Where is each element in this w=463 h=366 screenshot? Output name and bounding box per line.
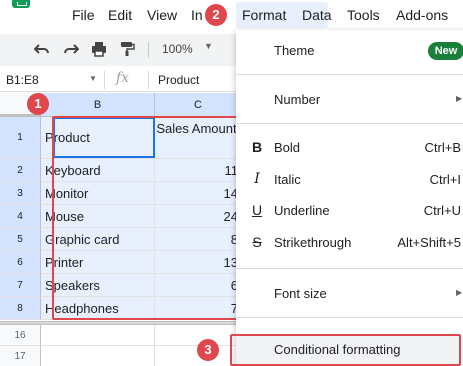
formula-input[interactable]: Product xyxy=(158,73,199,87)
paint-format-icon[interactable] xyxy=(118,41,136,59)
formula-bar-divider xyxy=(148,71,149,89)
menu-item-label: Number xyxy=(274,92,321,107)
table-cell[interactable]: 13 xyxy=(155,251,242,274)
table-cell[interactable]: Graphic card xyxy=(41,228,155,251)
menu-item-label: Strikethrough xyxy=(274,235,352,250)
step-badge: 2 xyxy=(205,4,227,26)
menu-shortcut: Ctrl+B xyxy=(424,140,461,155)
row-header[interactable]: 6 xyxy=(0,251,41,274)
menu-item-label: Italic xyxy=(274,172,301,187)
menu-file[interactable]: File xyxy=(72,6,95,24)
menu-divider xyxy=(236,268,463,269)
table-cell[interactable] xyxy=(41,325,155,346)
table-cell[interactable]: Speakers xyxy=(41,274,155,297)
table-cell[interactable]: 7 xyxy=(155,297,242,320)
table-cell[interactable]: Sales Amount xyxy=(155,117,242,159)
name-box[interactable]: B1:E8 xyxy=(6,73,39,87)
table-cell[interactable]: 24 xyxy=(155,205,242,228)
row-header[interactable]: 2 xyxy=(0,159,41,182)
menu-insert[interactable]: In xyxy=(191,6,203,24)
menu-shortcut: Ctrl+I xyxy=(429,172,461,187)
menu-divider xyxy=(236,123,463,124)
table-cell[interactable]: 8 xyxy=(155,228,242,251)
menu-item-label: Bold xyxy=(274,140,301,155)
menu-item-conditional-formatting[interactable]: Conditional formatting xyxy=(236,335,463,365)
strikethrough-icon: S xyxy=(252,234,262,250)
menu-divider xyxy=(236,317,463,318)
redo-icon[interactable] xyxy=(62,41,80,59)
menu-data[interactable]: Data xyxy=(302,6,332,24)
submenu-arrow-icon: ▶ xyxy=(456,94,463,103)
menu-add-ons[interactable]: Add-ons xyxy=(396,6,448,24)
formula-bar-divider xyxy=(104,71,105,89)
row-header[interactable]: 3 xyxy=(0,182,41,205)
table-cell[interactable]: Mouse xyxy=(41,205,155,228)
menu-item-strikethrough[interactable]: S Strikethrough Alt+Shift+5 xyxy=(236,228,463,258)
menu-item-number[interactable]: Number ▶ xyxy=(236,85,463,115)
sheets-logo-icon[interactable] xyxy=(12,0,30,8)
menu-item-label: Conditional formatting xyxy=(274,342,401,357)
menu-shortcut: Alt+Shift+5 xyxy=(397,235,461,250)
table-cell[interactable]: 6 xyxy=(155,274,242,297)
menu-item-label: Font size xyxy=(274,286,327,301)
table-cell[interactable]: Monitor xyxy=(41,182,155,205)
menu-divider xyxy=(236,74,463,75)
underline-icon: U xyxy=(251,202,263,218)
name-box-dropdown-icon[interactable]: ▼ xyxy=(89,74,97,83)
step-badge: 3 xyxy=(197,339,219,361)
column-header-c[interactable]: C xyxy=(155,93,242,117)
table-cell[interactable]: 14 xyxy=(155,182,242,205)
menu-item-font-size[interactable]: Font size ▶ xyxy=(236,279,463,309)
menu-edit[interactable]: Edit xyxy=(108,6,132,24)
undo-icon[interactable] xyxy=(33,41,51,59)
column-header-b[interactable]: B xyxy=(41,93,155,117)
menu-item-theme[interactable]: Theme New xyxy=(236,36,463,66)
new-badge: New xyxy=(428,42,463,60)
menu-tools[interactable]: Tools xyxy=(347,6,380,24)
menu-item-label: Underline xyxy=(274,203,330,218)
menu-shortcut: Ctrl+U xyxy=(423,203,461,218)
step-badge: 1 xyxy=(27,93,49,115)
row-header[interactable]: 7 xyxy=(0,274,41,297)
menu-item-bold[interactable]: B Bold Ctrl+B xyxy=(236,133,463,163)
print-icon[interactable] xyxy=(90,41,108,59)
table-cell[interactable]: Keyboard xyxy=(41,159,155,182)
menu-view[interactable]: View xyxy=(147,6,177,24)
row-header[interactable]: 16 xyxy=(0,325,41,346)
toolbar-divider xyxy=(148,42,149,58)
zoom-select[interactable]: 100% xyxy=(162,42,193,56)
table-cell[interactable] xyxy=(41,346,155,366)
spreadsheet-grid: B C 1 Product Sales Amount 2 Keyboard 11… xyxy=(0,93,250,366)
row-header[interactable]: 8 xyxy=(0,297,41,320)
bold-icon: B xyxy=(251,139,263,155)
chevron-down-icon[interactable]: ▼ xyxy=(204,41,213,51)
table-cell[interactable]: Printer xyxy=(41,251,155,274)
row-header[interactable]: 1 xyxy=(0,117,41,159)
menu-item-underline[interactable]: U Underline Ctrl+U xyxy=(236,196,463,226)
menu-item-label: Theme xyxy=(274,43,315,58)
menu-item-italic[interactable]: I Italic Ctrl+I xyxy=(236,165,463,195)
table-cell[interactable]: 11 xyxy=(155,159,242,182)
table-cell[interactable]: Product xyxy=(41,117,155,159)
menu-format[interactable]: Format xyxy=(242,6,286,24)
row-header[interactable]: 4 xyxy=(0,205,41,228)
italic-icon: I xyxy=(254,171,260,187)
submenu-arrow-icon: ▶ xyxy=(456,288,463,297)
table-cell[interactable]: Headphones xyxy=(41,297,155,320)
format-menu: Theme New Number ▶ B Bold Ctrl+B I Itali… xyxy=(236,30,463,366)
row-header[interactable]: 5 xyxy=(0,228,41,251)
fx-icon: fx xyxy=(116,70,130,86)
row-header[interactable]: 17 xyxy=(0,346,41,366)
menu-bar: File Edit View In Format Data Tools Add-… xyxy=(0,0,463,30)
